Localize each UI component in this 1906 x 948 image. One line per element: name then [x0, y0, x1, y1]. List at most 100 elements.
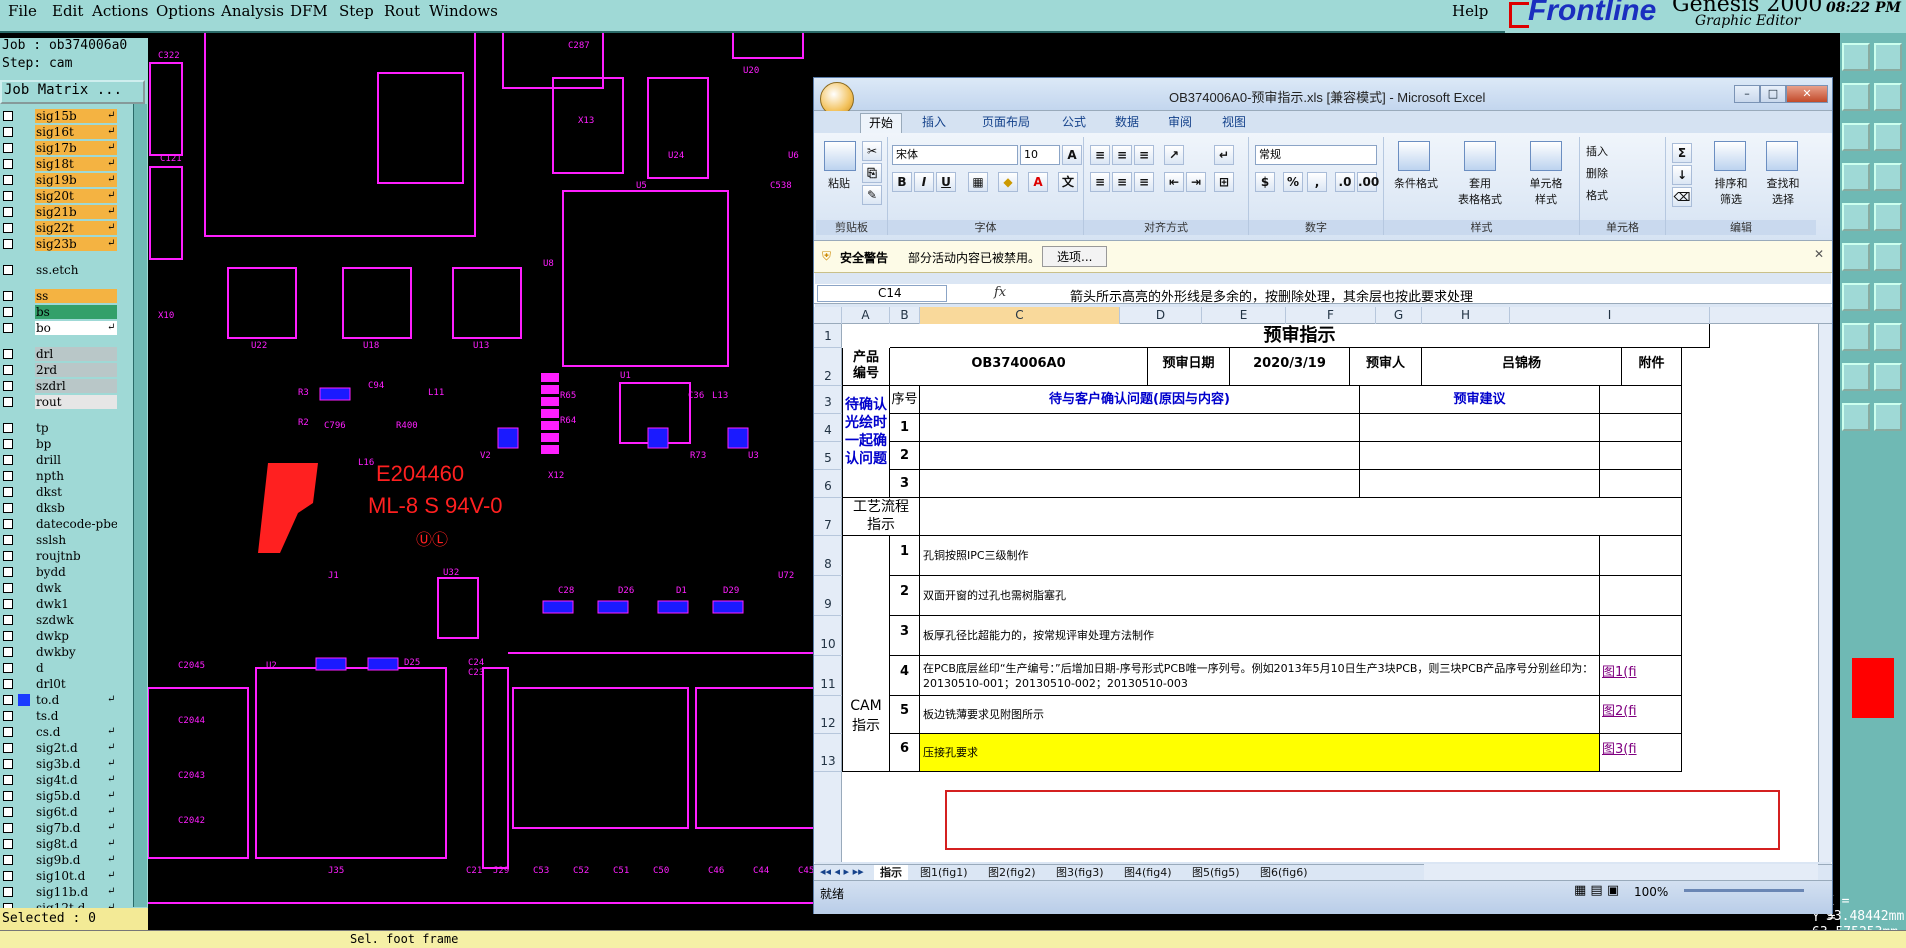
- row-header[interactable]: 9: [814, 576, 842, 616]
- currency-icon[interactable]: $: [1255, 172, 1275, 192]
- layer-checkbox[interactable]: [3, 727, 13, 737]
- layer-checkbox[interactable]: [3, 503, 13, 513]
- layer-row[interactable]: roujtnb: [0, 548, 148, 564]
- layer-row[interactable]: datecode-pbe: [0, 516, 148, 532]
- minimize-button[interactable]: –: [1734, 85, 1760, 103]
- cam-instruction[interactable]: 双面开窗的过孔也需树脂塞孔: [920, 576, 1600, 616]
- layer-name[interactable]: sig19b: [35, 173, 117, 187]
- tool-button[interactable]: [1842, 203, 1870, 231]
- layer-row[interactable]: sig9b.d ↵: [0, 852, 148, 868]
- cut-icon[interactable]: ✂: [862, 141, 882, 161]
- sort-filter-icon[interactable]: [1714, 141, 1746, 171]
- row-header[interactable]: 11: [814, 656, 842, 696]
- layer-name[interactable]: dwk: [35, 581, 117, 595]
- layer-checkbox[interactable]: [3, 583, 13, 593]
- row-header[interactable]: 6: [814, 470, 842, 498]
- tool-button[interactable]: [1842, 243, 1870, 271]
- sheet-tab[interactable]: 图3(fig3): [1050, 865, 1110, 881]
- layer-checkbox[interactable]: [3, 223, 13, 233]
- layer-row[interactable]: sig5b.d ↵: [0, 788, 148, 804]
- layer-row[interactable]: sig2t.d ↵: [0, 740, 148, 756]
- orientation-icon[interactable]: ↗: [1164, 145, 1184, 165]
- layer-row[interactable]: dkst: [0, 484, 148, 500]
- layer-row[interactable]: szdwk: [0, 612, 148, 628]
- suggest-cell[interactable]: [1360, 414, 1600, 442]
- layer-checkbox[interactable]: [3, 291, 13, 301]
- menu-windows[interactable]: Windows: [429, 2, 498, 20]
- tab-view[interactable]: 视图: [1214, 113, 1254, 133]
- layer-checkbox[interactable]: [3, 599, 13, 609]
- layer-name[interactable]: sig21b: [35, 205, 117, 219]
- layer-checkbox[interactable]: [3, 191, 13, 201]
- layer-row[interactable]: drl0t: [0, 676, 148, 692]
- layer-name[interactable]: dwkp: [35, 629, 117, 643]
- menu-step[interactable]: Step: [339, 2, 374, 20]
- col-header-d[interactable]: D: [1120, 307, 1202, 324]
- layer-name[interactable]: dksb: [35, 501, 117, 515]
- layer-checkbox[interactable]: [3, 239, 13, 249]
- layer-checkbox[interactable]: [3, 663, 13, 673]
- layer-checkbox[interactable]: [3, 647, 13, 657]
- cell-style-button[interactable]: 单元格 样式: [1514, 175, 1578, 207]
- fill-icon[interactable]: ↓: [1672, 165, 1692, 185]
- col-header-c[interactable]: C: [920, 307, 1120, 324]
- layer-name[interactable]: bs: [35, 305, 117, 319]
- grow-font-icon[interactable]: A: [1062, 145, 1082, 165]
- menu-options[interactable]: Options: [156, 2, 215, 20]
- layer-checkbox[interactable]: [3, 807, 13, 817]
- layer-checkbox[interactable]: [3, 423, 13, 433]
- border-icon[interactable]: ▦: [968, 172, 988, 192]
- wrap-text-icon[interactable]: ↵: [1214, 145, 1234, 165]
- comma-icon[interactable]: ,: [1307, 172, 1327, 192]
- layer-checkbox[interactable]: [3, 111, 13, 121]
- col-header-f[interactable]: F: [1286, 307, 1376, 324]
- tool-button[interactable]: [1842, 363, 1870, 391]
- layer-checkbox[interactable]: [3, 855, 13, 865]
- tool-button[interactable]: [1874, 243, 1902, 271]
- menu-help[interactable]: Help: [1452, 2, 1488, 20]
- layer-row[interactable]: dksb: [0, 500, 148, 516]
- layer-checkbox[interactable]: [3, 615, 13, 625]
- layer-row[interactable]: sig7b.d ↵: [0, 820, 148, 836]
- vertical-scrollbar[interactable]: [1818, 324, 1832, 862]
- layer-checkbox[interactable]: [3, 775, 13, 785]
- layer-name[interactable]: sslsh: [35, 533, 117, 547]
- layer-row[interactable]: sig10t.d ↵: [0, 868, 148, 884]
- layer-row[interactable]: sig11b.d ↵: [0, 884, 148, 900]
- layer-name[interactable]: sig7b.d: [35, 821, 117, 835]
- layer-row[interactable]: bp: [0, 436, 148, 452]
- layer-name[interactable]: drl0t: [35, 677, 117, 691]
- col-header-b[interactable]: B: [890, 307, 920, 324]
- layer-row[interactable]: dwk: [0, 580, 148, 596]
- tab-formulas[interactable]: 公式: [1054, 113, 1094, 133]
- tab-home[interactable]: 开始: [860, 113, 903, 133]
- layer-name[interactable]: cs.d: [35, 725, 117, 739]
- indent-icon[interactable]: ⇤: [1164, 172, 1184, 192]
- layer-row[interactable]: sslsh: [0, 532, 148, 548]
- percent-icon[interactable]: %: [1283, 172, 1303, 192]
- align-top-icon[interactable]: ≡: [1090, 145, 1110, 165]
- layer-name[interactable]: sig23b: [35, 237, 117, 251]
- layer-name[interactable]: sig9b.d: [35, 853, 117, 867]
- tab-insert[interactable]: 插入: [914, 113, 954, 133]
- clear-icon[interactable]: ⌫: [1672, 187, 1692, 207]
- fill-color-icon[interactable]: ◆: [998, 172, 1018, 192]
- cam-instruction[interactable]: 板厚孔径比超能力的，按常规评审处理方法制作: [920, 616, 1600, 656]
- layer-checkbox[interactable]: [3, 743, 13, 753]
- sheet-tab[interactable]: 图6(fig6): [1254, 865, 1314, 881]
- layer-row[interactable]: sig19b ↵: [0, 172, 148, 188]
- row-header[interactable]: 7: [814, 498, 842, 536]
- col-header-a[interactable]: A: [842, 307, 890, 324]
- layer-name[interactable]: 2rd: [35, 363, 117, 377]
- name-box[interactable]: C14: [817, 285, 947, 302]
- tab-review[interactable]: 审阅: [1160, 113, 1200, 133]
- cam-instruction[interactable]: 在PCB底层丝印“生产编号：”后增加日期-序号形式PCB唯一序列号。例如2013…: [920, 656, 1600, 696]
- attachment-link[interactable]: 图1(fi: [1600, 656, 1682, 696]
- layer-row[interactable]: sig20t ↵: [0, 188, 148, 204]
- table-format-icon[interactable]: [1464, 141, 1496, 171]
- find-select-button[interactable]: 查找和 选择: [1758, 175, 1808, 207]
- cam-instruction[interactable]: 压接孔要求: [920, 734, 1600, 772]
- row-header[interactable]: 4: [814, 414, 842, 442]
- col-header-e[interactable]: E: [1202, 307, 1286, 324]
- row-header[interactable]: 3: [814, 386, 842, 414]
